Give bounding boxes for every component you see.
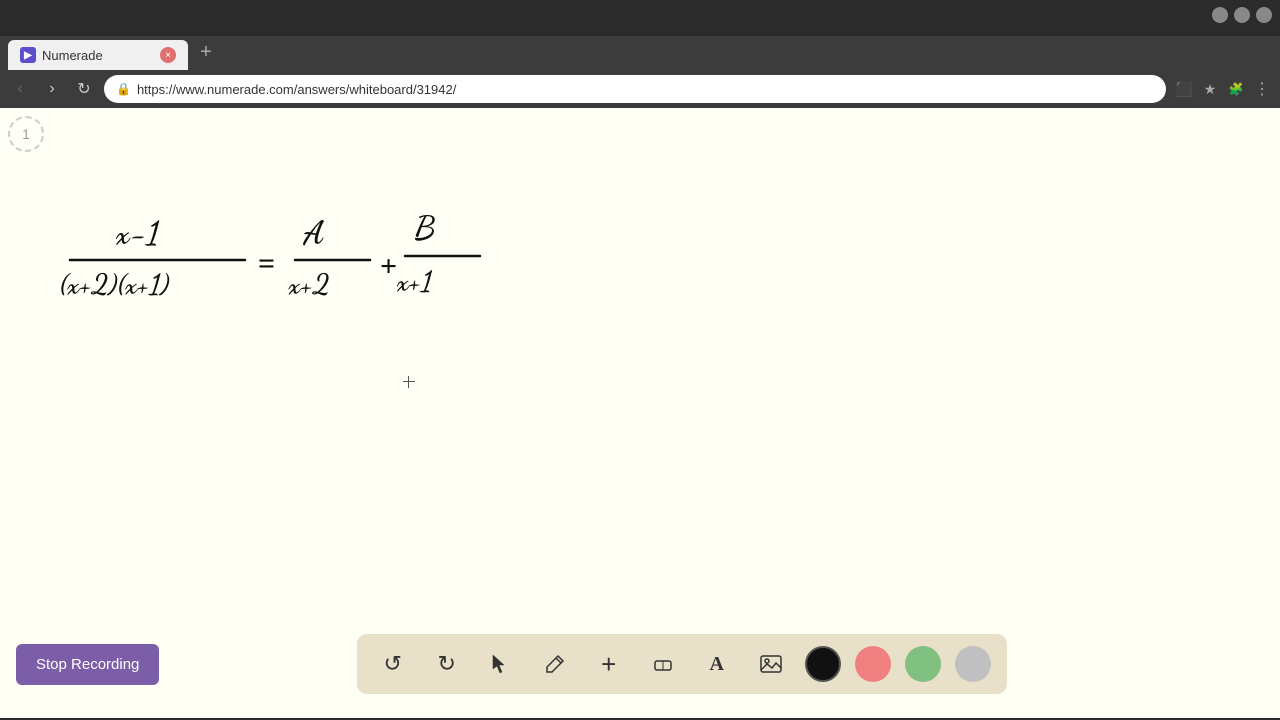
step-indicator: 1 bbox=[8, 116, 44, 152]
undo-button[interactable]: ↺ bbox=[373, 644, 413, 684]
redo-button[interactable]: ↻ bbox=[427, 644, 467, 684]
url-text: https://www.numerade.com/answers/whitebo… bbox=[137, 82, 456, 97]
tab-favicon: ▶ bbox=[20, 47, 36, 63]
screen-record-icon[interactable]: ⬛ bbox=[1174, 79, 1194, 99]
minimize-button[interactable] bbox=[1212, 7, 1228, 23]
maximize-button[interactable] bbox=[1234, 7, 1250, 23]
new-tab-button[interactable]: + bbox=[192, 38, 220, 66]
back-button[interactable]: ‹ bbox=[8, 77, 32, 101]
whiteboard-canvas[interactable]: 1 x-1 (x+2)(x+1) = A x+2 + bbox=[0, 108, 1280, 718]
bottom-toolbar: Stop Recording ↺ ↻ + bbox=[0, 618, 1280, 718]
forward-button[interactable]: › bbox=[40, 77, 64, 101]
tools-palette: ↺ ↻ + bbox=[357, 634, 1007, 694]
svg-text:(x+2)(x+1): (x+2)(x+1) bbox=[58, 267, 171, 301]
svg-text:=: = bbox=[258, 247, 275, 280]
extensions-icon[interactable]: 🧩 bbox=[1226, 79, 1246, 99]
cursor bbox=[403, 376, 415, 388]
add-tool-button[interactable]: + bbox=[589, 644, 629, 684]
address-bar[interactable]: 🔒 https://www.numerade.com/answers/white… bbox=[104, 75, 1166, 103]
select-tool-button[interactable] bbox=[481, 644, 521, 684]
tab-close-button[interactable]: × bbox=[160, 47, 176, 63]
svg-text:x+1: x+1 bbox=[395, 264, 433, 298]
bookmark-icon[interactable]: ★ bbox=[1200, 79, 1220, 99]
refresh-button[interactable]: ↻ bbox=[72, 77, 96, 101]
color-black[interactable] bbox=[805, 646, 841, 682]
eraser-tool-button[interactable] bbox=[643, 644, 683, 684]
stop-recording-button[interactable]: Stop Recording bbox=[16, 644, 159, 685]
svg-text:x+2: x+2 bbox=[287, 267, 331, 301]
image-tool-button[interactable] bbox=[751, 644, 791, 684]
active-tab[interactable]: ▶ Numerade × bbox=[8, 40, 188, 70]
svg-text:+: + bbox=[380, 250, 397, 283]
color-pink[interactable] bbox=[855, 646, 891, 682]
pen-tool-button[interactable] bbox=[535, 644, 575, 684]
tab-title: Numerade bbox=[42, 48, 154, 63]
svg-text:A: A bbox=[302, 214, 326, 252]
svg-text:B: B bbox=[413, 209, 437, 247]
text-tool-button[interactable]: A bbox=[697, 644, 737, 684]
math-formula: x-1 (x+2)(x+1) = A x+2 + B x+1 bbox=[40, 188, 520, 353]
color-gray[interactable] bbox=[955, 646, 991, 682]
svg-text:x-1: x-1 bbox=[114, 214, 161, 252]
color-green[interactable] bbox=[905, 646, 941, 682]
browser-menu-icon[interactable]: ⋮ bbox=[1252, 79, 1272, 99]
close-button[interactable] bbox=[1256, 7, 1272, 23]
